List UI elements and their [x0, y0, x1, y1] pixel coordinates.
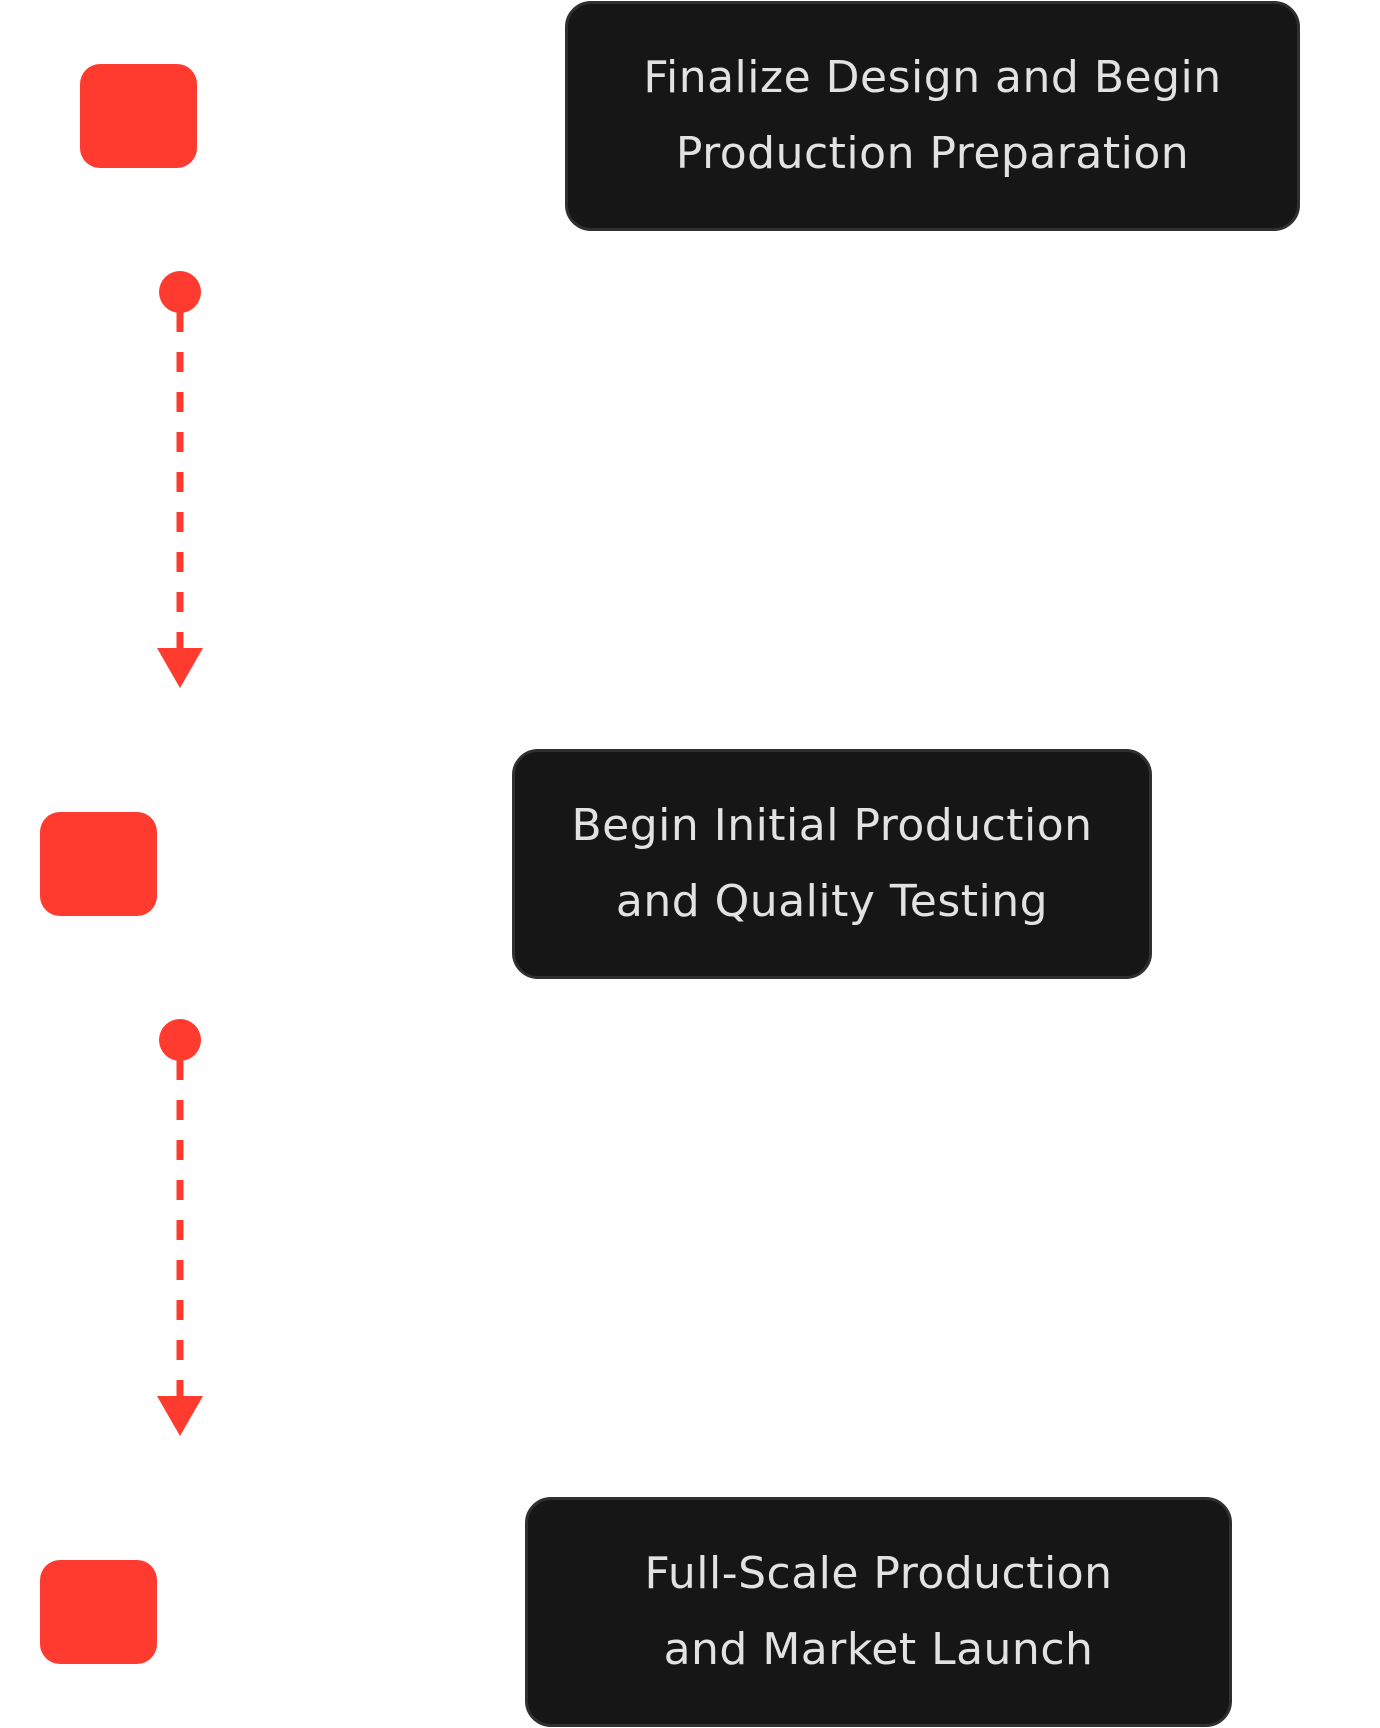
connector-1	[157, 271, 203, 688]
connector-2	[157, 1019, 203, 1436]
connector-2-arrowhead	[157, 1396, 203, 1436]
connectors	[157, 271, 203, 1436]
connector-1-start-dot	[159, 271, 201, 313]
connector-1-arrowhead	[157, 648, 203, 688]
connector-2-start-dot	[159, 1019, 201, 1061]
